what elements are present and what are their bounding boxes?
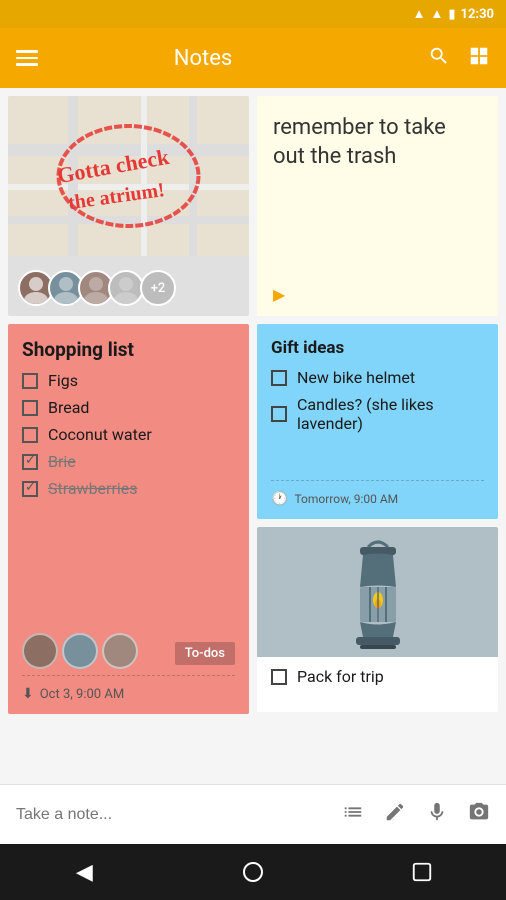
grid-view-button[interactable] [468,45,490,72]
status-bar: ▲ ▲ ▮ 12:30 [0,0,506,28]
svg-text:the atrium!: the atrium! [67,179,166,214]
wifi-icon: ▲ [413,6,426,22]
avatar-4 [108,270,144,306]
todo-badge[interactable]: To-dos [175,642,235,665]
item-bread: Bread [48,398,89,417]
back-button[interactable]: ◀ [59,847,109,897]
bottom-actions [342,801,490,828]
shopping-avatar-1 [22,633,58,669]
reminder-icon: ⬇ [22,686,34,702]
list-item: Brie [22,452,235,471]
trip-content: Pack for trip [257,657,498,696]
checkbox-bread[interactable] [22,400,38,416]
bottom-bar [0,784,506,844]
shopping-reminder: Oct 3, 9:00 AM [40,687,124,702]
list-item: Figs [22,371,235,390]
shopping-footer: ⬇ Oct 3, 9:00 AM [22,675,235,702]
list-item: New bike helmet [271,368,484,387]
status-icons: ▲ ▲ ▮ 12:30 [413,6,494,22]
top-bar: Notes [0,28,506,88]
shopping-note[interactable]: Shopping list Figs Bread Coconut water B… [8,324,249,714]
status-time: 12:30 [461,7,495,22]
trash-note-text: remember to take out the trash [273,114,482,171]
gift-reminder-clock-icon: 🕐 [271,491,288,507]
item-coconut-water: Coconut water [48,425,152,444]
trip-image [257,527,498,657]
notes-grid: Gotta check the atrium! [0,88,506,774]
item-strawberries: Strawberries [48,479,138,498]
nav-bar: ◀ [0,844,506,900]
signal-icon: ▲ [430,6,443,22]
checkbox-figs[interactable] [22,373,38,389]
item-candles: Candles? (she likes lavender) [297,395,484,433]
right-column: remember to take out the trash ▶ Gift id… [257,96,498,766]
map-background: Gotta check the atrium! [8,96,249,256]
gift-title: Gift ideas [271,338,484,358]
item-figs: Figs [48,371,78,390]
top-bar-actions [428,45,490,72]
checkbox-coconut[interactable] [22,427,38,443]
avatar-overflow-count: +2 [140,270,176,306]
map-handwriting: Gotta check the atrium! [8,96,249,256]
checkbox-trip[interactable] [271,669,287,685]
shopping-avatar-2 [62,633,98,669]
gift-reminder: Tomorrow, 9:00 AM [294,492,398,506]
camera-icon[interactable] [468,801,490,828]
recent-button[interactable] [397,847,447,897]
item-brie: Brie [48,452,76,471]
trash-note[interactable]: remember to take out the trash ▶ [257,96,498,316]
list-item: Candles? (she likes lavender) [271,395,484,433]
checkbox-helmet[interactable] [271,370,287,386]
gift-footer: 🕐 Tomorrow, 9:00 AM [271,480,484,507]
battery-icon: ▮ [448,7,455,22]
mic-icon[interactable] [426,801,448,828]
list-item: Bread [22,398,235,417]
pen-icon[interactable] [384,801,406,828]
app-title: Notes [0,46,412,71]
item-pack-trip: Pack for trip [297,667,384,686]
take-note-input[interactable] [16,806,330,824]
map-avatars: +2 [18,270,176,306]
play-button[interactable]: ▶ [273,285,482,304]
list-item: Coconut water [22,425,235,444]
shopping-avatar-3 [102,633,138,669]
search-button[interactable] [428,45,450,72]
checkbox-brie[interactable] [22,454,38,470]
gift-note[interactable]: Gift ideas New bike helmet Candles? (she… [257,324,498,519]
item-helmet: New bike helmet [297,368,415,387]
list-icon[interactable] [342,801,364,828]
list-item: Strawberries [22,479,235,498]
left-column: Gotta check the atrium! [8,96,249,766]
home-button[interactable] [228,847,278,897]
map-note[interactable]: Gotta check the atrium! [8,96,249,316]
checkbox-candles[interactable] [271,406,287,422]
lantern-illustration [338,532,418,652]
shopping-avatars [22,633,138,669]
trip-note[interactable]: Pack for trip [257,527,498,712]
shopping-title: Shopping list [22,338,235,361]
checkbox-strawberries[interactable] [22,481,38,497]
